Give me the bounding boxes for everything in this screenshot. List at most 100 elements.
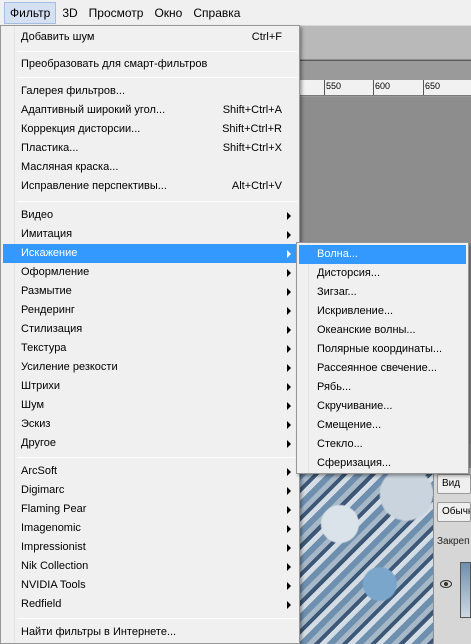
submenu-item-wave[interactable]: Волна...: [299, 245, 466, 264]
shortcut-label: Shift+Ctrl+A: [222, 104, 282, 116]
eye-icon[interactable]: [440, 580, 452, 588]
menu-item-label: Исправление перспективы...: [21, 180, 167, 192]
shortcut-label: Ctrl+F: [251, 31, 282, 43]
submenu-arrow-icon: [287, 307, 291, 315]
submenu-item-ocean-ripple[interactable]: Океанские волны...: [299, 321, 466, 340]
menu-item-brush-strokes[interactable]: Штрихи: [3, 377, 297, 396]
menu-item-label: Digimarc: [21, 484, 65, 496]
menu-item-label: Зигзаг...: [317, 286, 357, 298]
submenu-arrow-icon: [287, 468, 291, 476]
menu-item-label: Стекло...: [317, 438, 363, 450]
menu-item-digimarc[interactable]: Digimarc: [3, 481, 297, 500]
ruler-tick: [324, 80, 325, 95]
submenu-item-diffuse-glow[interactable]: Рассеянное свечение...: [299, 359, 466, 378]
blend-mode-select[interactable]: Обычн: [437, 502, 471, 522]
menu-item-label: Имитация: [21, 228, 73, 240]
menu-item-label: Impressionist: [21, 541, 86, 553]
menu-item-nik-collection[interactable]: Nik Collection: [3, 557, 297, 576]
menu-item-oil-paint[interactable]: Масляная краска...: [3, 158, 297, 177]
menu-item-render[interactable]: Рендеринг: [3, 301, 297, 320]
menu-item-imagenomic[interactable]: Imagenomic: [3, 519, 297, 538]
submenu-arrow-icon: [287, 250, 291, 258]
ruler-label: 650: [425, 81, 441, 91]
menu-item-redfield[interactable]: Redfield: [3, 595, 297, 614]
document-image: [300, 444, 433, 644]
menu-item-artistic[interactable]: Имитация: [3, 225, 297, 244]
menu-item-label: Искажение: [21, 247, 78, 259]
menu-item-label: Усиление резкости: [21, 361, 118, 373]
menu-item-label: Найти фильтры в Интернете...: [21, 626, 177, 638]
panel-view-button[interactable]: Вид: [437, 474, 471, 494]
submenu-arrow-icon: [287, 364, 291, 372]
submenu-item-spherize[interactable]: Сферизация...: [299, 454, 466, 473]
submenu-item-zigzag[interactable]: Зигзаг...: [299, 283, 466, 302]
menu-separator: [17, 618, 297, 619]
menu-item-label: Галерея фильтров...: [21, 85, 126, 97]
submenu-item-glass[interactable]: Стекло...: [299, 435, 466, 454]
submenu-arrow-icon: [287, 601, 291, 609]
shortcut-label: Shift+Ctrl+X: [222, 142, 282, 154]
menu-separator: [17, 77, 297, 78]
menu-item-label: Размытие: [21, 285, 72, 297]
menu-item-distort[interactable]: Искажение: [3, 244, 297, 263]
submenu-arrow-icon: [287, 487, 291, 495]
menu-separator: [17, 201, 297, 202]
submenu-arrow-icon: [287, 326, 291, 334]
submenu-arrow-icon: [287, 402, 291, 410]
menu-item-label: Рябь...: [317, 381, 352, 393]
menu-item-other[interactable]: Другое: [3, 434, 297, 453]
submenu-arrow-icon: [287, 421, 291, 429]
menu-item-label: Преобразовать для смарт-фильтров: [21, 58, 208, 70]
distort-submenu: Волна... Дисторсия... Зигзаг... Искривле…: [296, 242, 469, 474]
ruler-label: 600: [375, 81, 391, 91]
menu-item-label: Flaming Pear: [21, 503, 87, 515]
ruler-tick: [423, 80, 424, 95]
menu-item-label: Полярные координаты...: [317, 343, 443, 355]
menu-item-noise[interactable]: Шум: [3, 396, 297, 415]
menu-item-nvidia-tools[interactable]: NVIDIA Tools: [3, 576, 297, 595]
menu-view[interactable]: Просмотр: [84, 2, 149, 24]
menu-item-label: Стилизация: [21, 323, 83, 335]
shortcut-label: Shift+Ctrl+R: [222, 123, 282, 135]
menu-item-label: Коррекция дисторсии...: [21, 123, 141, 135]
menu-item-label: Штрихи: [21, 380, 61, 392]
menu-item-lens-correction[interactable]: Коррекция дисторсии... Shift+Ctrl+R: [3, 120, 297, 139]
menu-item-liquify[interactable]: Пластика... Shift+Ctrl+X: [3, 139, 297, 158]
menu-item-arcsoft[interactable]: ArcSoft: [3, 462, 297, 481]
submenu-arrow-icon: [287, 525, 291, 533]
submenu-arrow-icon: [287, 269, 291, 277]
submenu-item-twirl[interactable]: Скручивание...: [299, 397, 466, 416]
menu-item-adaptive-wide-angle[interactable]: Адаптивный широкий угол... Shift+Ctrl+A: [3, 101, 297, 120]
menu-item-stylize[interactable]: Стилизация: [3, 320, 297, 339]
menu-item-browse-filters-online[interactable]: Найти фильтры в Интернете...: [3, 623, 297, 642]
menu-item-stylize-design[interactable]: Оформление: [3, 263, 297, 282]
menu-item-label: Redfield: [21, 598, 62, 610]
submenu-item-ripple[interactable]: Рябь...: [299, 378, 466, 397]
menu-item-blur[interactable]: Размытие: [3, 282, 297, 301]
menu-item-label: ArcSoft: [21, 465, 58, 477]
submenu-item-displace[interactable]: Смещение...: [299, 416, 466, 435]
menu-item-impressionist[interactable]: Impressionist: [3, 538, 297, 557]
layer-thumbnail[interactable]: [460, 562, 471, 618]
submenu-item-shear[interactable]: Искривление...: [299, 302, 466, 321]
menu-item-video[interactable]: Видео: [3, 206, 297, 225]
menu-item-sketch[interactable]: Эскиз: [3, 415, 297, 434]
submenu-arrow-icon: [287, 212, 291, 220]
submenu-arrow-icon: [287, 506, 291, 514]
menu-help[interactable]: Справка: [188, 2, 245, 24]
menu-item-vanishing-point[interactable]: Исправление перспективы... Alt+Ctrl+V: [3, 177, 297, 196]
menu-item-add-noise[interactable]: Добавить шум Ctrl+F: [3, 28, 297, 47]
menu-item-texture[interactable]: Текстура: [3, 339, 297, 358]
submenu-item-distortion[interactable]: Дисторсия...: [299, 264, 466, 283]
lock-label: Закреп: [437, 536, 470, 547]
menu-item-flaming-pear[interactable]: Flaming Pear: [3, 500, 297, 519]
submenu-item-polar-coordinates[interactable]: Полярные координаты...: [299, 340, 466, 359]
horizontal-ruler: 550 600 650: [300, 80, 471, 96]
menu-window[interactable]: Окно: [149, 2, 187, 24]
menu-item-filter-gallery[interactable]: Галерея фильтров...: [3, 82, 297, 101]
menu-filter[interactable]: Фильтр: [4, 1, 57, 24]
menu-3d[interactable]: 3D: [57, 2, 82, 24]
menu-item-sharpen[interactable]: Усиление резкости: [3, 358, 297, 377]
menu-item-convert-smart-filters[interactable]: Преобразовать для смарт-фильтров: [3, 55, 297, 74]
menu-item-label: NVIDIA Tools: [21, 579, 86, 591]
